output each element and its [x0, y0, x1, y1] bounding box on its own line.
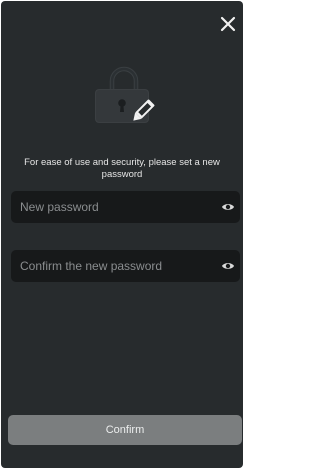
new-password-input[interactable] [11, 191, 221, 223]
set-password-screen: For ease of use and security, please set… [1, 1, 243, 468]
new-password-field[interactable] [11, 191, 240, 223]
eye-icon[interactable] [221, 259, 235, 273]
confirm-password-input[interactable] [11, 250, 221, 282]
close-icon[interactable] [219, 15, 237, 33]
lock-edit-icon [95, 66, 155, 123]
eye-icon[interactable] [221, 200, 235, 214]
confirm-password-field[interactable] [11, 250, 240, 282]
instruction-text: For ease of use and security, please set… [24, 157, 220, 180]
confirm-button[interactable]: Confirm [8, 415, 242, 445]
